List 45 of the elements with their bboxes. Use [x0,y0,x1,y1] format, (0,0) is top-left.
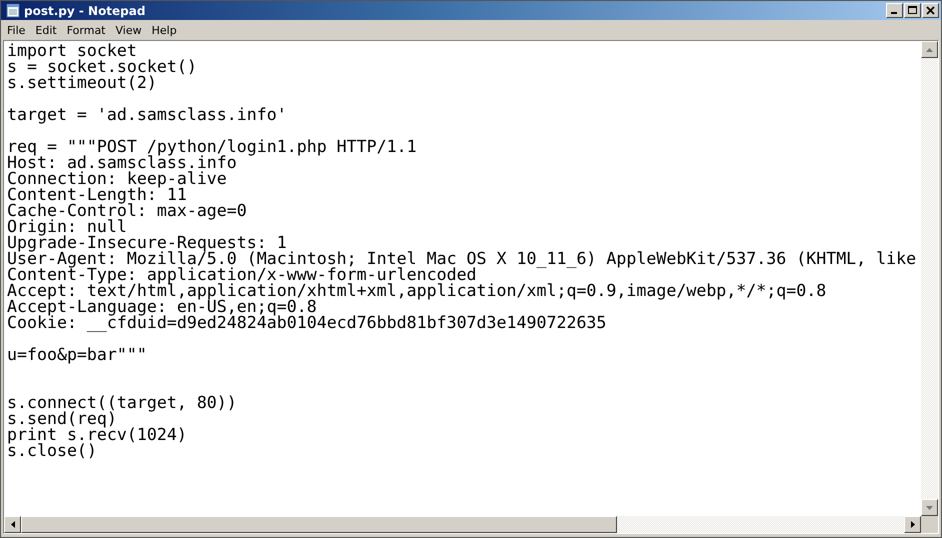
close-icon [926,6,935,15]
window-title: post.py - Notepad [24,4,146,18]
menu-item[interactable]: View [110,24,147,36]
code-line: Upgrade-Insecure-Requests: 1 [7,235,287,251]
code-line: u=foo&p=bar""" [7,347,147,363]
code-line: Accept: text/html,application/xhtml+xml,application/xml;q=0.9,image/webp,*/*;q=0.8 [7,283,826,299]
scrollbar-thumb[interactable] [21,516,617,533]
code-line: Origin: null [7,219,127,235]
code-line: Content-Type: application/x-www-form-urlencoded [7,267,477,283]
notepad-icon [6,3,20,18]
left-arrow-icon [10,521,14,528]
close-button[interactable] [922,3,939,18]
code-line: s.send(req) [7,411,117,427]
maximize-button[interactable] [904,3,921,18]
menu-item[interactable]: Format [62,24,110,36]
scroll-right-button[interactable] [904,516,921,533]
code-line: Accept-Language: en-US,en;q=0.8 [7,299,317,315]
menu-item[interactable]: Edit [30,24,62,36]
code-line: User-Agent: Mozilla/5.0 (Macintosh; Intel Mac OS X 10_11_6) AppleWebKit/537.36 (KHTML, like [7,251,916,267]
scroll-left-button[interactable] [4,516,21,533]
code-line: Connection: keep-alive [7,171,227,187]
minimize-button[interactable] [886,3,903,18]
scroll-down-button[interactable] [921,499,938,516]
code-line: import socket [7,43,137,59]
code-line: s.settimeout(2) [7,75,157,91]
code-line: s.connect((target, 80)) [7,395,237,411]
code-line: s.close() [7,443,97,459]
up-arrow-icon [926,48,933,52]
code-line: Host: ad.samsclass.info [7,155,237,171]
code-line: Content-Length: 11 [7,187,187,203]
right-arrow-icon [910,521,914,528]
code-line: print s.recv(1024) [7,427,187,443]
code-line: target = 'ad.samsclass.info' [7,107,287,123]
code-line: req = """POST /python/login1.php HTTP/1.1 [7,139,417,155]
maximize-icon [908,6,917,15]
code-line: s = socket.socket() [7,59,197,75]
vertical-scrollbar[interactable] [921,41,938,516]
code-line: Cookie: __cfduid=d9ed24824ab0104ecd76bbd81bf307d3e1490722635 [7,315,606,331]
code-line: Cache-Control: max-age=0 [7,203,247,219]
scroll-up-button[interactable] [921,41,938,58]
menu-item[interactable]: Help [146,24,182,36]
menu-item[interactable]: File [2,24,30,36]
size-grip[interactable] [921,516,938,533]
horizontal-scrollbar[interactable] [4,516,921,533]
down-arrow-icon [926,506,933,510]
